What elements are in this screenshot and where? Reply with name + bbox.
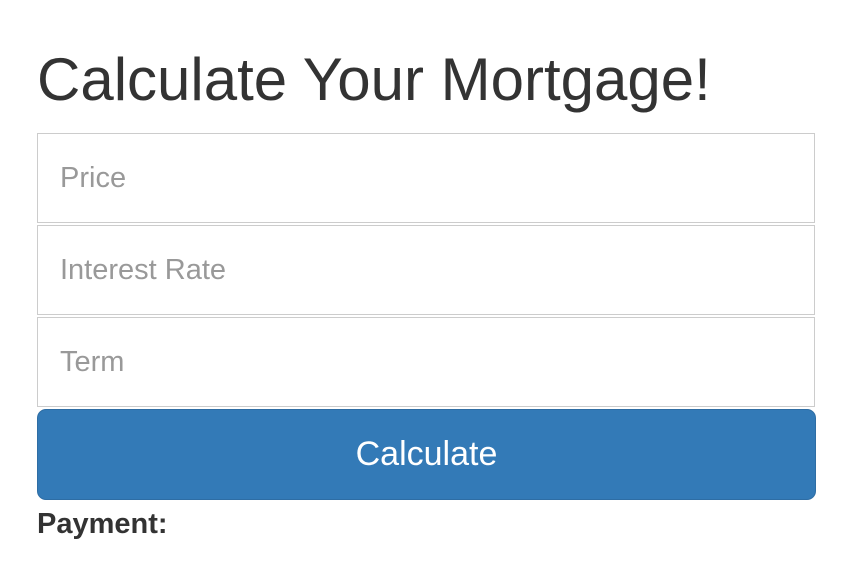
term-input[interactable] [37, 317, 815, 407]
price-input[interactable] [37, 133, 815, 223]
page-title: Calculate Your Mortgage! [37, 46, 711, 113]
payment-label: Payment: [37, 508, 168, 540]
mortgage-form: Calculate [37, 133, 816, 500]
interest-rate-input[interactable] [37, 225, 815, 315]
calculate-button[interactable]: Calculate [37, 409, 816, 500]
payment-result: Payment: [37, 506, 168, 542]
